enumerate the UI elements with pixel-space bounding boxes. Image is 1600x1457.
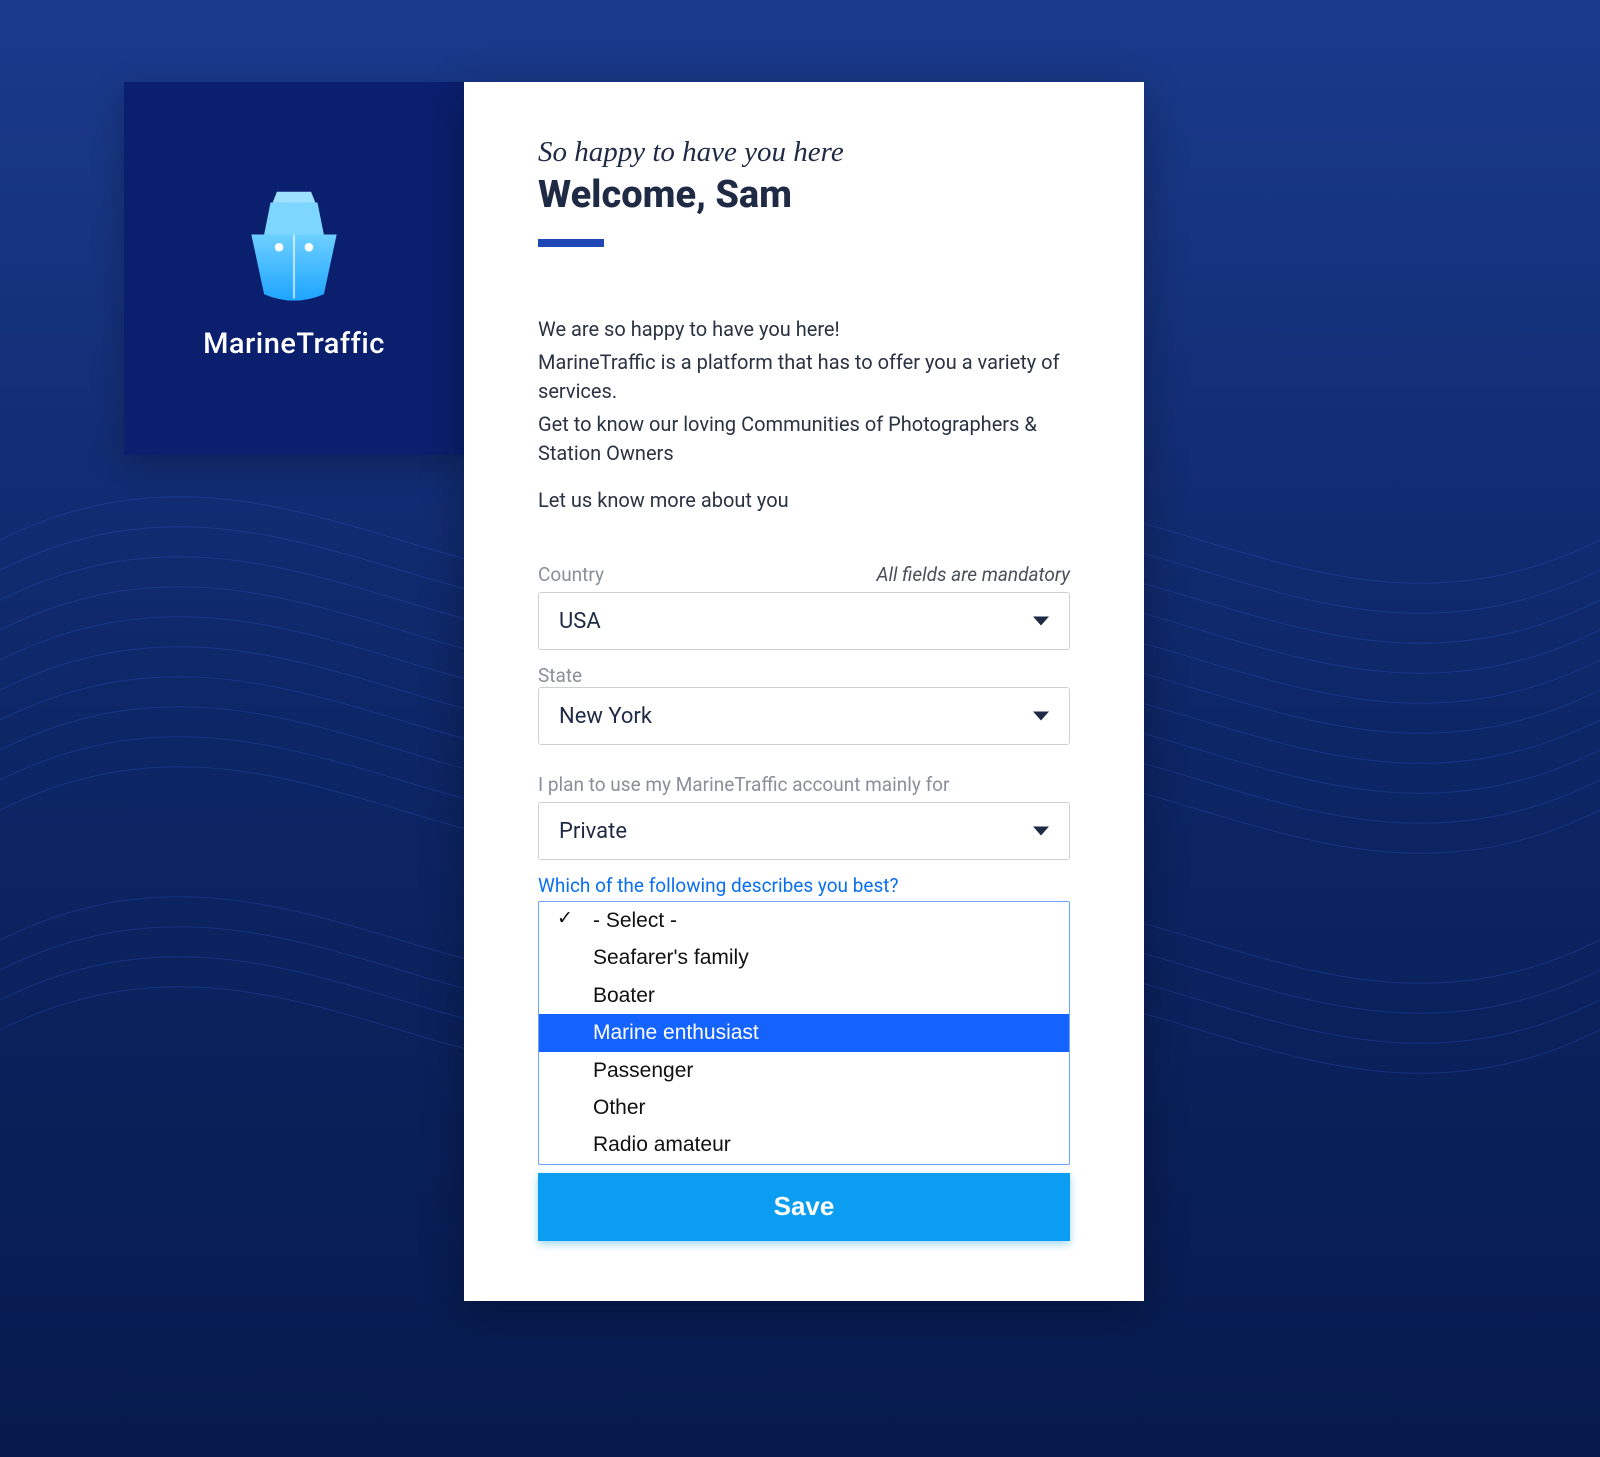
describe-option[interactable]: Boater	[539, 977, 1069, 1014]
ship-icon	[230, 177, 358, 309]
chevron-down-icon	[1033, 617, 1049, 626]
usage-label: I plan to use my MarineTraffic account m…	[538, 773, 1070, 796]
mandatory-note: All fields are mandatory	[877, 563, 1071, 586]
subtitle: So happy to have you here	[538, 136, 1070, 169]
usage-value: Private	[559, 819, 627, 844]
describe-option[interactable]: Passenger	[539, 1052, 1069, 1089]
chevron-down-icon	[1033, 712, 1049, 721]
country-select[interactable]: USA	[538, 592, 1070, 650]
chevron-down-icon	[1033, 827, 1049, 836]
describe-select-open[interactable]: - Select - Seafarer's family Boater Mari…	[538, 901, 1070, 1165]
intro-line: Get to know our loving Communities of Ph…	[538, 410, 1070, 468]
intro-line: MarineTraffic is a platform that has to …	[538, 348, 1070, 406]
describe-label: Which of the following describes you bes…	[538, 874, 1070, 897]
describe-option-placeholder[interactable]: - Select -	[539, 902, 1069, 939]
brand-panel: MarineTraffic	[124, 82, 464, 455]
state-label: State	[538, 664, 1070, 687]
describe-option[interactable]: Other	[539, 1089, 1069, 1126]
usage-select[interactable]: Private	[538, 802, 1070, 860]
describe-option[interactable]: Seafarer's family	[539, 939, 1069, 976]
describe-option[interactable]: Radio amateur	[539, 1126, 1069, 1163]
state-select[interactable]: New York	[538, 687, 1070, 745]
title-underline	[538, 239, 604, 247]
intro-line: We are so happy to have you here!	[538, 315, 1070, 344]
page-title: Welcome, Sam	[538, 173, 1070, 217]
describe-option[interactable]: Marine enthusiast	[539, 1014, 1069, 1051]
country-value: USA	[559, 609, 601, 634]
intro-text: We are so happy to have you here! Marine…	[538, 315, 1070, 515]
intro-line: Let us know more about you	[538, 486, 1070, 515]
brand-name: MarineTraffic	[203, 327, 385, 361]
save-button[interactable]: Save	[538, 1173, 1070, 1241]
onboarding-form: So happy to have you here Welcome, Sam W…	[464, 82, 1144, 1301]
state-value: New York	[559, 704, 652, 729]
country-label: Country	[538, 563, 604, 586]
